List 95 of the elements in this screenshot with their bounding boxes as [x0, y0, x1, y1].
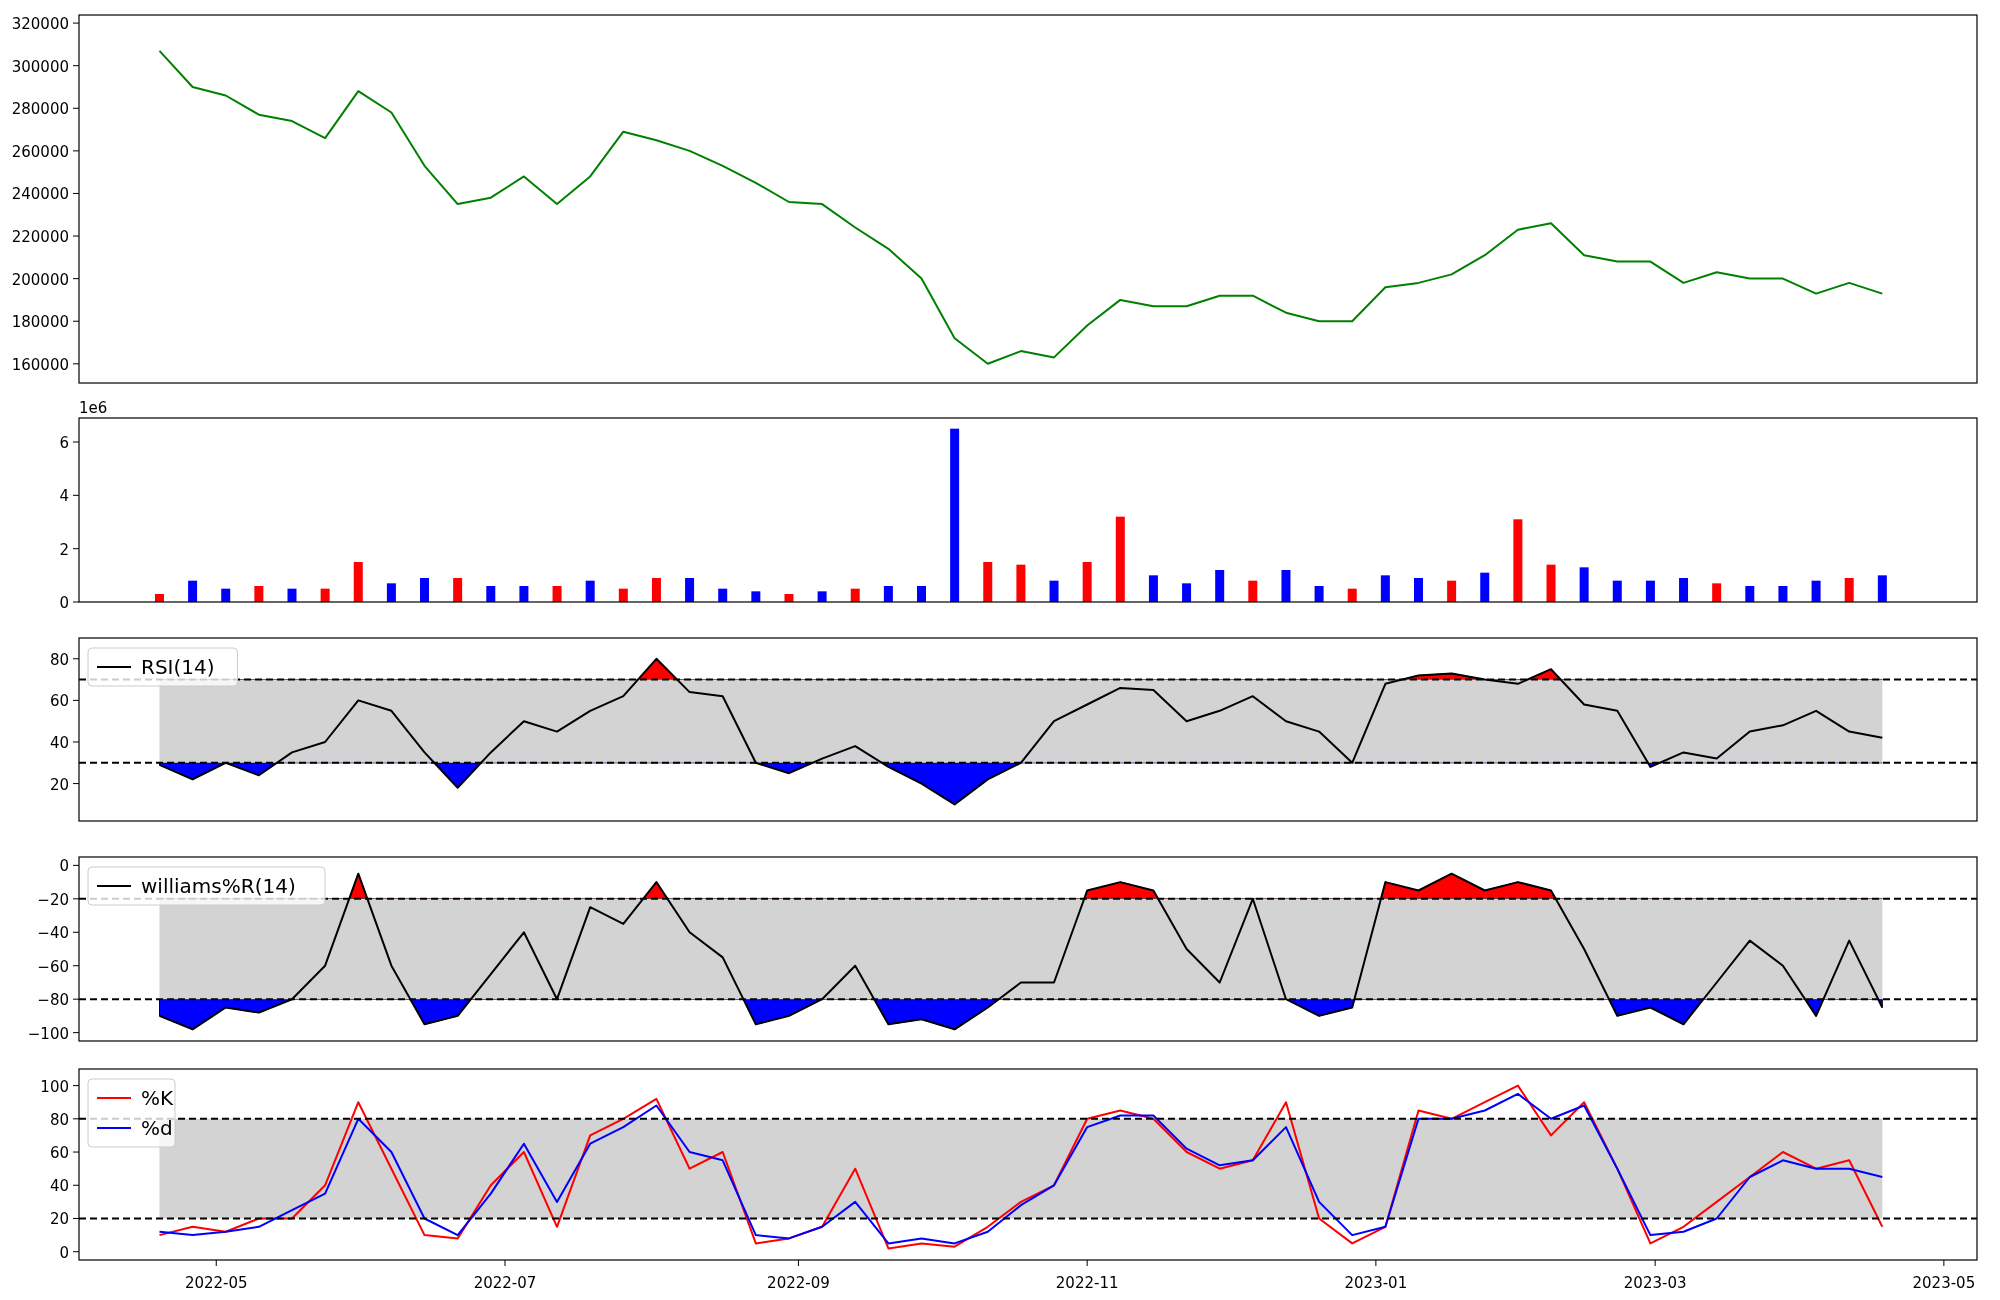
- volume-bar: [1745, 586, 1755, 602]
- volume-bar: [1016, 564, 1026, 602]
- tick-label: 40: [49, 734, 69, 752]
- tick-label: 0: [59, 594, 69, 612]
- volume-bar: [585, 580, 595, 602]
- volume-bar: [685, 578, 695, 602]
- tick-label: 4: [59, 487, 69, 506]
- volume-bar: [154, 594, 164, 602]
- volume-bar: [420, 578, 429, 602]
- volume-bar: [1049, 580, 1059, 602]
- legend-label: RSI(14): [141, 655, 215, 679]
- volume-bar: [254, 586, 264, 602]
- tick-label: 80: [49, 1110, 69, 1129]
- volume-bar: [1082, 562, 1092, 602]
- volume-bar: [188, 580, 198, 602]
- volume-bar: [1579, 567, 1589, 602]
- tick-label: 300000: [11, 57, 69, 76]
- tick-label: −100: [27, 1024, 69, 1043]
- volume-bar: [1844, 578, 1854, 602]
- volume-bar: [1414, 578, 1423, 602]
- tick-label: −40: [37, 924, 69, 943]
- volume-bar: [1480, 572, 1490, 602]
- volume-bar: [784, 594, 794, 602]
- tick-label: 80: [49, 650, 69, 669]
- tick-label: 160000: [11, 355, 69, 374]
- legend-label: %K: [141, 1086, 174, 1110]
- tick-label: 2022-09: [767, 1274, 830, 1292]
- tick-label: 20: [49, 775, 69, 794]
- volume-bar: [751, 591, 761, 602]
- volume-bar: [1447, 580, 1457, 602]
- tick-label: 2022-05: [184, 1274, 248, 1292]
- volume-bar: [453, 578, 463, 602]
- volume-bar: [353, 562, 363, 602]
- volume-bar: [486, 586, 496, 602]
- volume-bar: [1811, 580, 1821, 602]
- volume-bar: [1148, 575, 1158, 602]
- volume-bar: [1712, 583, 1722, 602]
- tick-label: 240000: [11, 185, 69, 204]
- volume-bar: [1645, 580, 1655, 602]
- tick-label: 180000: [11, 313, 69, 332]
- tick-label: −60: [37, 957, 69, 976]
- tick-label: 100: [40, 1077, 69, 1096]
- legend-line-icon: [96, 1127, 132, 1129]
- volume-bar: [1215, 570, 1225, 602]
- axis-offset-label: 1e6: [79, 400, 108, 417]
- volume-bar: [1314, 586, 1324, 602]
- legend-line-icon: [96, 666, 132, 668]
- volume-bar: [1546, 564, 1556, 602]
- volume-bar: [1380, 575, 1390, 602]
- tick-label: 2023-01: [1344, 1274, 1408, 1292]
- tick-label: 0: [59, 1243, 69, 1262]
- volume-bar: [917, 586, 926, 602]
- volume-bar: [1248, 580, 1258, 602]
- tick-label: 2023-05: [1912, 1274, 1976, 1292]
- volume-bar: [386, 583, 396, 602]
- tick-label: 320000: [11, 15, 69, 34]
- volume-bar: [651, 578, 661, 602]
- volume-bar: [618, 588, 628, 602]
- legend-line-icon: [96, 1097, 132, 1099]
- volume-bar: [817, 591, 827, 602]
- tick-label: −20: [37, 890, 69, 909]
- tick-label: 6: [59, 434, 69, 452]
- tick-label: 220000: [11, 228, 69, 247]
- volume-bar: [221, 588, 231, 602]
- volume-bar: [1612, 580, 1622, 602]
- volume-bar: [552, 586, 562, 602]
- tick-label: 260000: [11, 142, 69, 161]
- tick-label: 40: [49, 1177, 69, 1196]
- tick-label: 200000: [11, 270, 69, 289]
- tick-label: 2023-03: [1623, 1274, 1687, 1292]
- legend-line-icon: [96, 885, 132, 887]
- volume-bar: [883, 586, 893, 602]
- tick-label: 2: [59, 540, 69, 559]
- tick-label: 60: [49, 1144, 69, 1163]
- volume-bar: [1877, 575, 1887, 602]
- volume-bar: [718, 588, 728, 602]
- volume-bar: [1281, 570, 1291, 602]
- volume-bar: [320, 588, 330, 602]
- volume-bar: [1778, 586, 1788, 602]
- volume-bar: [519, 586, 529, 602]
- tick-label: 0: [59, 857, 69, 876]
- tick-label: 20: [49, 1210, 69, 1229]
- legend-label: williams%R(14): [141, 874, 296, 898]
- tick-label: 60: [49, 692, 69, 711]
- volume-bar: [1182, 583, 1192, 602]
- volume-bar: [287, 588, 297, 602]
- volume-bar: [1347, 588, 1357, 602]
- volume-bar: [850, 588, 860, 602]
- volume-bar: [983, 562, 993, 602]
- tick-label: 2022-11: [1055, 1274, 1119, 1292]
- tick-label: 280000: [11, 100, 69, 119]
- legend-label: %d: [141, 1116, 173, 1140]
- tick-label: −80: [37, 991, 69, 1010]
- tick-label: 2022-07: [473, 1274, 537, 1292]
- volume-bar: [1679, 578, 1689, 602]
